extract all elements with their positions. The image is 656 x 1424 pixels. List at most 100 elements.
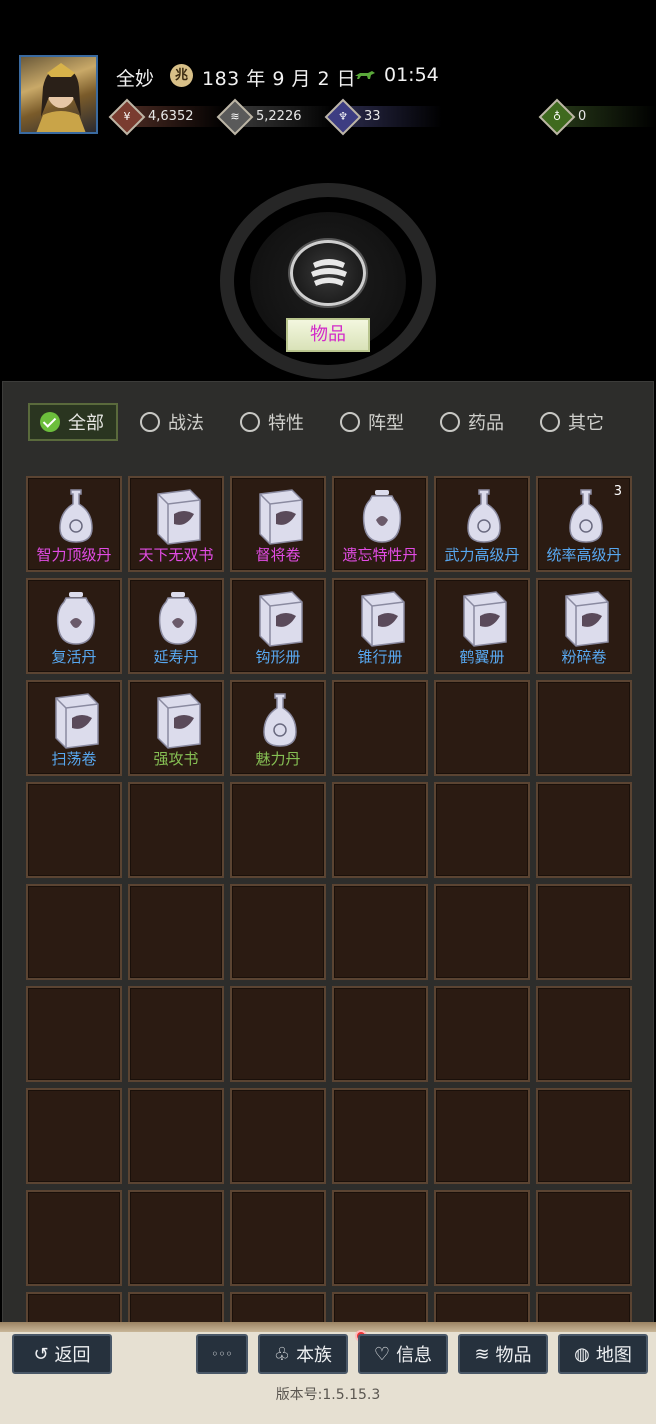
item-slot[interactable]: 延寿丹 bbox=[128, 578, 224, 674]
clan-icon: ♧ bbox=[273, 1343, 291, 1365]
item-slot[interactable]: 天下无双书 bbox=[128, 476, 224, 572]
item-slot[interactable]: 粉碎卷 bbox=[536, 578, 632, 674]
item-label: 鹤翼册 bbox=[459, 648, 505, 666]
item-slot[interactable]: 扫荡卷 bbox=[26, 680, 122, 776]
vase-icon bbox=[460, 488, 508, 546]
empty-slot[interactable] bbox=[536, 884, 632, 980]
items-button[interactable]: ≋ 物品 bbox=[458, 1334, 548, 1374]
page-title: 物品 bbox=[286, 318, 370, 352]
tab-traits[interactable]: 特性 bbox=[240, 403, 304, 441]
item-label: 粉碎卷 bbox=[561, 648, 607, 666]
book-icon bbox=[252, 488, 303, 546]
empty-slot[interactable] bbox=[434, 986, 530, 1082]
empty-slot[interactable] bbox=[230, 884, 326, 980]
empty-slot[interactable] bbox=[536, 680, 632, 776]
item-slot[interactable]: 钩形册 bbox=[230, 578, 326, 674]
empty-slot[interactable] bbox=[230, 782, 326, 878]
scrolls-icon: ≋ bbox=[474, 1343, 490, 1365]
empty-slot[interactable] bbox=[332, 1190, 428, 1286]
book-icon bbox=[48, 692, 99, 750]
book-icon bbox=[558, 590, 609, 648]
item-label: 扫荡卷 bbox=[51, 750, 97, 768]
resource-soldier: ♆ 33 bbox=[324, 98, 442, 135]
empty-slot[interactable] bbox=[26, 1088, 122, 1184]
tab-formations[interactable]: 阵型 bbox=[340, 403, 404, 441]
back-arrow-icon: ↺ bbox=[33, 1343, 49, 1365]
empty-slot[interactable] bbox=[536, 1088, 632, 1184]
empty-slot[interactable] bbox=[128, 986, 224, 1082]
item-label: 统率高级丹 bbox=[546, 546, 622, 564]
radio-icon bbox=[540, 412, 560, 432]
chat-icon: ♡ bbox=[373, 1343, 391, 1365]
empty-slot[interactable] bbox=[230, 1088, 326, 1184]
game-time: 01:54 bbox=[384, 64, 439, 86]
item-label: 锥行册 bbox=[357, 648, 403, 666]
tab-medicine[interactable]: 药品 bbox=[440, 403, 504, 441]
empty-slot[interactable] bbox=[128, 1088, 224, 1184]
empty-slot[interactable] bbox=[434, 1190, 530, 1286]
more-button[interactable]: ◦◦◦ bbox=[196, 1334, 248, 1374]
item-label: 智力顶级丹 bbox=[36, 546, 112, 564]
empty-slot[interactable] bbox=[536, 782, 632, 878]
item-label: 延寿丹 bbox=[153, 648, 199, 666]
vase-icon bbox=[52, 488, 100, 546]
empty-slot[interactable] bbox=[128, 782, 224, 878]
empty-slot[interactable] bbox=[332, 782, 428, 878]
empty-slot[interactable] bbox=[128, 1190, 224, 1286]
calendar-icon: 兆 bbox=[170, 64, 193, 87]
potion-icon: ♁ bbox=[538, 98, 576, 135]
resource-grain: ≋ 5,2226 bbox=[216, 98, 334, 135]
map-button[interactable]: ◍ 地图 bbox=[558, 1334, 648, 1374]
empty-slot[interactable] bbox=[26, 884, 122, 980]
item-slot[interactable]: 鹤翼册 bbox=[434, 578, 530, 674]
soldier-icon: ♆ bbox=[324, 98, 362, 135]
empty-slot[interactable] bbox=[536, 1190, 632, 1286]
item-slot[interactable]: 遗忘特性丹 bbox=[332, 476, 428, 572]
item-slot[interactable]: 魅力丹 bbox=[230, 680, 326, 776]
jar-icon bbox=[358, 488, 406, 546]
empty-slot[interactable] bbox=[332, 1088, 428, 1184]
book-icon bbox=[150, 692, 201, 750]
empty-slot[interactable] bbox=[434, 680, 530, 776]
empty-slot[interactable] bbox=[332, 680, 428, 776]
empty-slot[interactable] bbox=[536, 986, 632, 1082]
jar-icon bbox=[154, 590, 202, 648]
empty-slot[interactable] bbox=[26, 986, 122, 1082]
radio-icon bbox=[340, 412, 360, 432]
category-tabs: 全部 战法 特性 阵型 药品 其它 bbox=[28, 403, 628, 443]
vase-icon bbox=[562, 488, 610, 546]
item-label: 遗忘特性丹 bbox=[342, 546, 418, 564]
horse-icon bbox=[355, 71, 375, 79]
empty-slot[interactable] bbox=[128, 884, 224, 980]
item-slot[interactable]: 强攻书 bbox=[128, 680, 224, 776]
empty-slot[interactable] bbox=[434, 1088, 530, 1184]
item-slot[interactable]: 智力顶级丹 bbox=[26, 476, 122, 572]
empty-slot[interactable] bbox=[26, 782, 122, 878]
tab-tactics[interactable]: 战法 bbox=[140, 403, 204, 441]
item-slot[interactable]: 督将卷 bbox=[230, 476, 326, 572]
info-button[interactable]: ♡ 信息 bbox=[358, 1334, 448, 1374]
empty-slot[interactable] bbox=[434, 782, 530, 878]
tab-all[interactable]: 全部 bbox=[28, 403, 118, 441]
item-slot[interactable]: 统率高级丹 3 bbox=[536, 476, 632, 572]
resource-coin: ¥ 4,6352 bbox=[108, 98, 226, 135]
items-emblem-button[interactable] bbox=[290, 240, 366, 306]
tab-other[interactable]: 其它 bbox=[540, 403, 604, 441]
item-slot[interactable]: 武力高级丹 bbox=[434, 476, 530, 572]
item-label: 魅力丹 bbox=[255, 750, 301, 768]
player-avatar[interactable] bbox=[19, 55, 98, 134]
empty-slot[interactable] bbox=[230, 1190, 326, 1286]
book-icon bbox=[456, 590, 507, 648]
empty-slot[interactable] bbox=[332, 986, 428, 1082]
empty-slot[interactable] bbox=[230, 986, 326, 1082]
clan-button[interactable]: ♧ 本族 bbox=[258, 1334, 348, 1374]
book-icon bbox=[354, 590, 405, 648]
empty-slot[interactable] bbox=[332, 884, 428, 980]
radio-icon bbox=[440, 412, 460, 432]
item-slot[interactable]: 复活丹 bbox=[26, 578, 122, 674]
empty-slot[interactable] bbox=[26, 1190, 122, 1286]
item-label: 天下无双书 bbox=[138, 546, 214, 564]
item-slot[interactable]: 锥行册 bbox=[332, 578, 428, 674]
empty-slot[interactable] bbox=[434, 884, 530, 980]
back-button[interactable]: ↺ 返回 bbox=[12, 1334, 112, 1374]
